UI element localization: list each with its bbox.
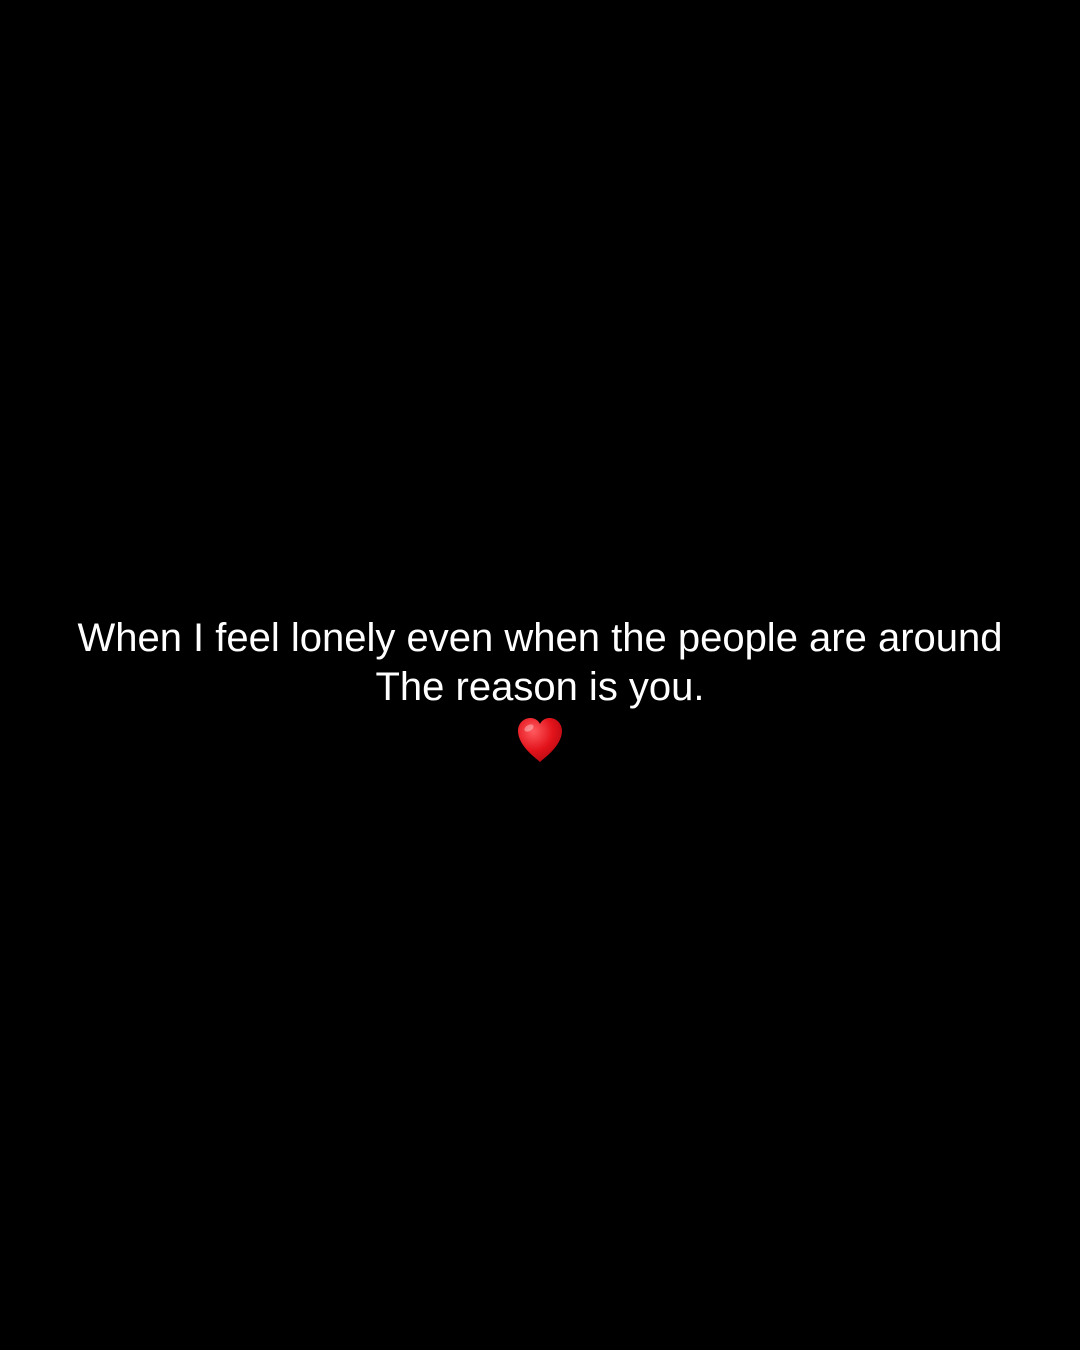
caption-line-1: When I feel lonely even when the people … bbox=[77, 616, 1003, 660]
caption-line-2: The reason is you. bbox=[375, 665, 705, 709]
heart-emoji bbox=[0, 716, 1080, 770]
story-canvas: When I feel lonely even when the people … bbox=[0, 0, 1080, 1350]
caption-block: When I feel lonely even when the people … bbox=[0, 614, 1080, 770]
red-heart-icon bbox=[518, 718, 562, 762]
